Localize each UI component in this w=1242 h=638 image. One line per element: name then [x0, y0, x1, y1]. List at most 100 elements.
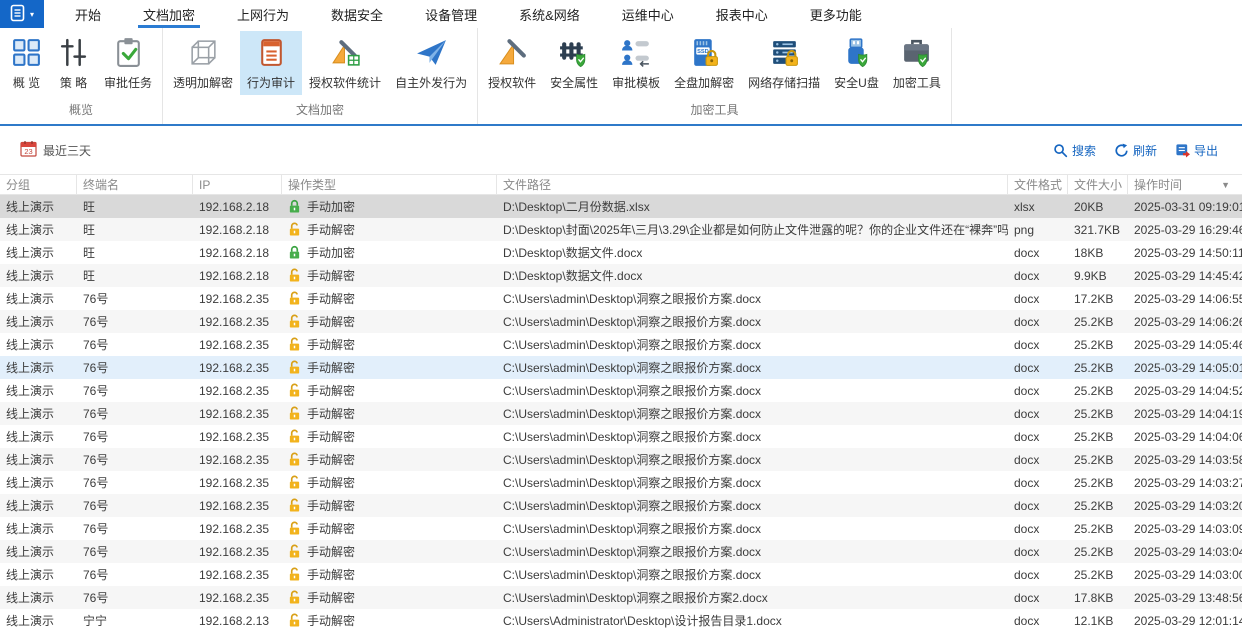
cell-ip: 192.168.2.35 — [199, 544, 270, 559]
cell-path: C:\Users\admin\Desktop\洞察之眼报价方案.docx — [503, 407, 762, 421]
cell-size: 25.2KB — [1074, 544, 1114, 559]
cell-format: docx — [1014, 383, 1040, 398]
table-row[interactable]: 线上演示 宁宁 192.168.2.13 手动解密 C:\Users\Administr… — [0, 609, 1242, 632]
column-header[interactable]: 终端名 — [77, 175, 193, 194]
ribbon-button-label: 加密工具 — [892, 76, 941, 90]
ribbon-tab[interactable]: 更多功能 — [789, 0, 883, 28]
cell-path: C:\Users\admin\Desktop\洞察之眼报价方案.docx — [503, 499, 762, 513]
column-header[interactable]: 操作时间 ▼ — [1128, 175, 1242, 194]
operation-label: 手动加密 — [307, 200, 356, 214]
cell-ip: 192.168.2.35 — [199, 521, 270, 536]
ribbon-tab[interactable]: 系统&网络 — [498, 0, 601, 28]
ribbon-button[interactable]: 加密工具 — [886, 31, 948, 95]
cell-terminal: 宁宁 — [83, 614, 108, 628]
cell-operation: 手动加密 — [282, 198, 497, 215]
date-range-filter[interactable]: 23 最近三天 — [20, 140, 91, 160]
table-row[interactable]: 线上演示 76号 192.168.2.35 手动解密 C:\Users\admin\De… — [0, 563, 1242, 586]
ribbon-button[interactable]: 审批任务 — [97, 31, 159, 95]
cell-size: 17.2KB — [1074, 291, 1114, 306]
ribbon-button[interactable]: SSD 全盘加解密 — [667, 31, 741, 95]
table-row[interactable]: 线上演示 76号 192.168.2.35 手动解密 C:\Users\admin\De… — [0, 425, 1242, 448]
ribbon-button[interactable]: 授权软件统计 — [302, 31, 388, 95]
ribbon-tab[interactable]: 报表中心 — [695, 0, 789, 28]
cell-group: 线上演示 — [6, 614, 55, 628]
table-row[interactable]: 线上演示 旺 192.168.2.18 手动加密 D:\Desktop\二月份数据.xl… — [0, 195, 1242, 218]
lock-open-icon — [288, 429, 301, 444]
ribbon-button[interactable]: 自主外发行为 — [388, 31, 474, 95]
operation-label: 手动解密 — [307, 384, 356, 398]
ribbon-button[interactable]: 网络存储扫描 — [741, 31, 827, 95]
ribbon-button[interactable]: 安全U盘 — [827, 31, 886, 95]
table-row[interactable]: 线上演示 76号 192.168.2.35 手动解密 C:\Users\admin\De… — [0, 402, 1242, 425]
cell-ip: 192.168.2.35 — [199, 383, 270, 398]
table-row[interactable]: 线上演示 旺 192.168.2.18 手动解密 D:\Desktop\封面\2025年… — [0, 218, 1242, 241]
cell-terminal: 76号 — [83, 384, 109, 398]
operation-label: 手动解密 — [307, 269, 356, 283]
ribbon-button[interactable]: 概 览 — [3, 31, 50, 95]
column-header[interactable]: 文件大小 — [1068, 175, 1128, 194]
column-header[interactable]: 操作类型 — [282, 175, 497, 194]
ribbon-button-label: 审批模板 — [612, 76, 661, 90]
lock-open-icon — [288, 291, 301, 306]
table-row[interactable]: 线上演示 76号 192.168.2.35 手动解密 C:\Users\admin\De… — [0, 448, 1242, 471]
cell-time: 2025-03-31 09:19:01 — [1134, 199, 1242, 214]
ribbon-tab[interactable]: 设备管理 — [404, 0, 498, 28]
ribbon-tab[interactable]: 开始 — [54, 0, 122, 28]
refresh-button[interactable]: 刷新 — [1114, 142, 1157, 159]
cell-operation: 手动解密 — [282, 267, 497, 284]
table-row[interactable]: 线上演示 76号 192.168.2.35 手动解密 C:\Users\admin\De… — [0, 379, 1242, 402]
column-header-label: 分组 — [6, 178, 31, 192]
ribbon-button[interactable]: 行为审计 — [240, 31, 303, 95]
filter-caret-icon[interactable]: ▼ — [1221, 180, 1236, 190]
table-row[interactable]: 线上演示 76号 192.168.2.35 手动解密 C:\Users\admin\De… — [0, 310, 1242, 333]
cell-operation: 手动解密 — [282, 589, 497, 606]
cell-operation: 手动解密 — [282, 520, 497, 537]
ribbon-button[interactable]: 审批模板 — [605, 31, 667, 95]
cell-path: C:\Users\admin\Desktop\洞察之眼报价方案.docx — [503, 453, 762, 467]
export-button[interactable]: 导出 — [1175, 142, 1218, 159]
cell-operation: 手动加密 — [282, 244, 497, 261]
table-row[interactable]: 线上演示 旺 192.168.2.18 手动加密 D:\Desktop\数据文件.doc… — [0, 241, 1242, 264]
column-header[interactable]: 分组 — [0, 175, 77, 194]
cell-terminal: 76号 — [83, 361, 109, 375]
cell-terminal: 76号 — [83, 591, 109, 605]
ribbon-button[interactable]: 策 略 — [50, 31, 97, 95]
cell-terminal: 76号 — [83, 453, 109, 467]
licensed-software-icon — [496, 36, 529, 69]
column-header[interactable]: 文件格式 — [1008, 175, 1068, 194]
lock-open-icon — [288, 521, 301, 536]
table-row[interactable]: 线上演示 76号 192.168.2.35 手动解密 C:\Users\admin\De… — [0, 471, 1242, 494]
cell-time: 2025-03-29 14:45:42 — [1134, 268, 1242, 283]
ribbon-tab[interactable]: 数据安全 — [310, 0, 404, 28]
cell-operation: 手动解密 — [282, 290, 497, 307]
cell-path: C:\Users\admin\Desktop\洞察之眼报价方案.docx — [503, 522, 762, 536]
cell-size: 25.2KB — [1074, 498, 1114, 513]
lock-open-icon — [288, 360, 301, 375]
ribbon-tab-bar: ▾ 开始 文档加密 上网行为 数据安全 设备管理 系统&网络 运维中心 报表中心 更多功能 — [0, 0, 1242, 28]
cell-path: C:\Users\admin\Desktop\洞察之眼报价方案.docx — [503, 430, 762, 444]
table-row[interactable]: 线上演示 76号 192.168.2.35 手动解密 C:\Users\admin\De… — [0, 494, 1242, 517]
table-row[interactable]: 线上演示 76号 192.168.2.35 手动解密 C:\Users\admin\De… — [0, 287, 1242, 310]
ribbon-tab[interactable]: 运维中心 — [601, 0, 695, 28]
lock-open-icon — [288, 383, 301, 398]
ribbon-button[interactable]: 安全属性 — [543, 31, 605, 95]
table-row[interactable]: 线上演示 旺 192.168.2.18 手动解密 D:\Desktop\数据文件.doc… — [0, 264, 1242, 287]
cell-ip: 192.168.2.35 — [199, 590, 270, 605]
table-row[interactable]: 线上演示 76号 192.168.2.35 手动解密 C:\Users\admin\De… — [0, 540, 1242, 563]
table-row[interactable]: 线上演示 76号 192.168.2.35 手动解密 C:\Users\admin\De… — [0, 333, 1242, 356]
column-header[interactable]: 文件路径 — [497, 175, 1008, 194]
ribbon-tab[interactable]: 上网行为 — [216, 0, 310, 28]
column-header[interactable]: IP — [193, 175, 282, 194]
cell-path: D:\Desktop\数据文件.docx — [503, 246, 643, 260]
lock-open-icon — [288, 314, 301, 329]
app-menu-button[interactable]: ▾ — [0, 0, 44, 28]
ribbon-tab[interactable]: 文档加密 — [122, 0, 216, 28]
search-button[interactable]: 搜索 — [1053, 142, 1096, 159]
table-row[interactable]: 线上演示 76号 192.168.2.35 手动解密 C:\Users\admin\De… — [0, 356, 1242, 379]
cell-operation: 手动解密 — [282, 474, 497, 491]
cell-operation: 手动解密 — [282, 612, 497, 629]
table-row[interactable]: 线上演示 76号 192.168.2.35 手动解密 C:\Users\admin\De… — [0, 586, 1242, 609]
ribbon-button[interactable]: 透明加解密 — [166, 31, 240, 95]
table-row[interactable]: 线上演示 76号 192.168.2.35 手动解密 C:\Users\admin\De… — [0, 517, 1242, 540]
ribbon-button[interactable]: 授权软件 — [481, 31, 543, 95]
